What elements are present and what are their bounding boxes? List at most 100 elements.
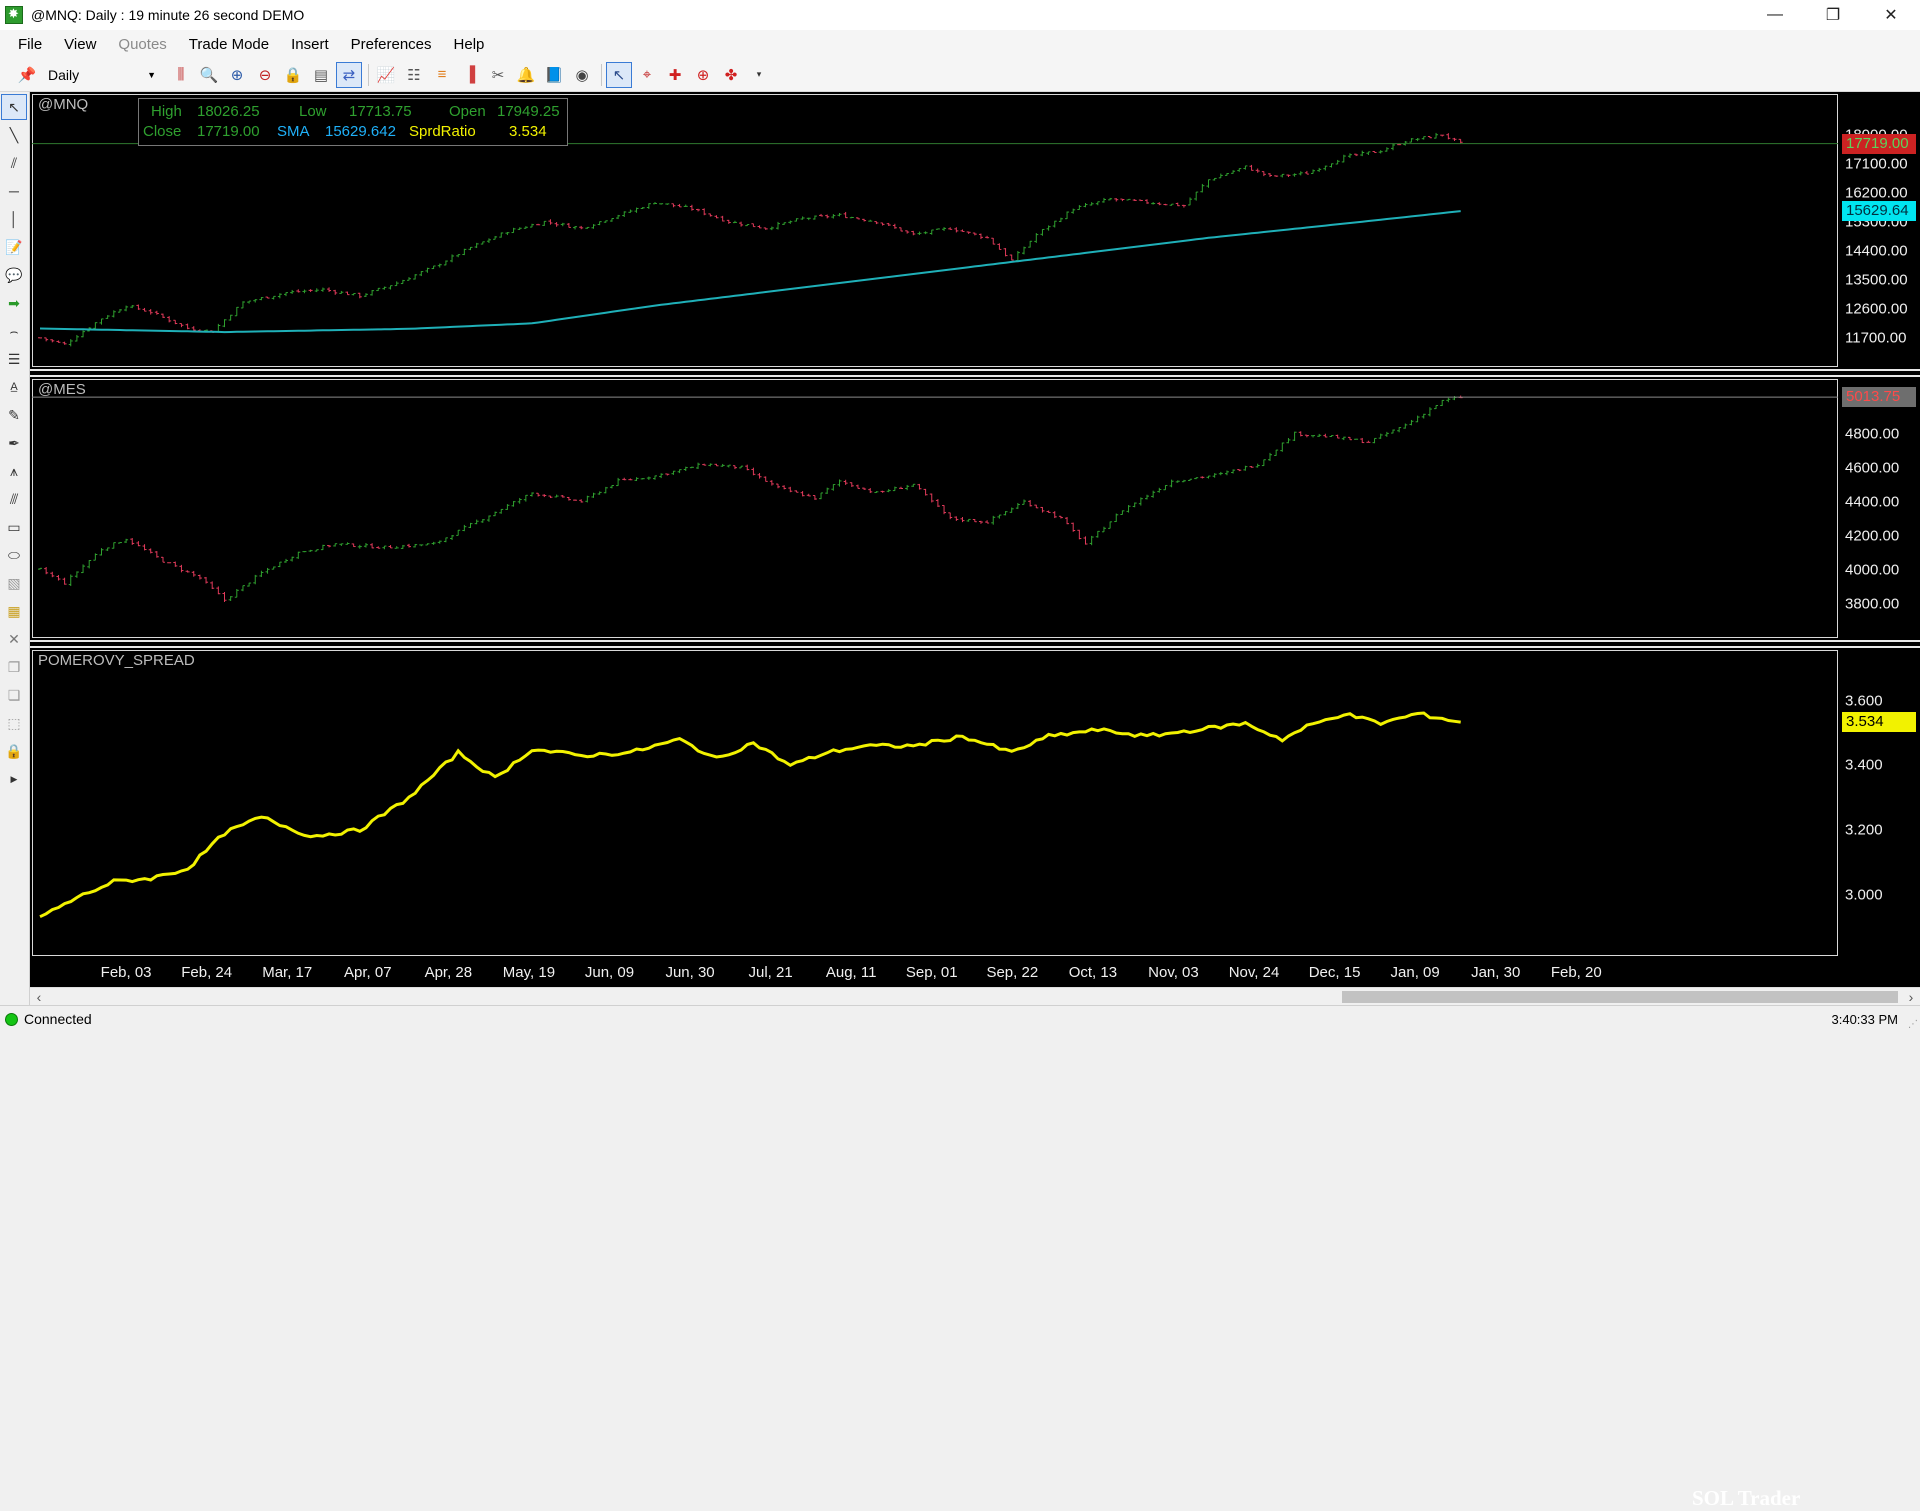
volume-bars-icon[interactable]: ▐ (457, 62, 483, 88)
ohlc-bar (468, 522, 473, 528)
ohlc-bar (1015, 502, 1020, 509)
y-axis-tick-label: 14400.00 (1845, 242, 1908, 260)
pitchfork-icon[interactable]: ⩚ (1, 458, 27, 484)
eye-icon[interactable]: ◉ (569, 62, 595, 88)
ohlc-bar (696, 208, 701, 212)
ohlc-bar (843, 211, 848, 219)
select-icon[interactable]: ⬚ (1, 710, 27, 736)
page-icon[interactable]: ▤ (308, 62, 334, 88)
ohlc-bar (548, 219, 553, 225)
delete-icon[interactable]: ✕ (1, 626, 27, 652)
menu-trade-mode[interactable]: Trade Mode (189, 36, 269, 53)
scroll-left-icon[interactable]: ‹ (30, 988, 48, 1006)
ohlc-bar (1151, 490, 1156, 498)
scissors-icon[interactable]: ✂ (485, 62, 511, 88)
crosshair-plus-icon[interactable]: ✤ (718, 62, 744, 88)
ohlc-bar (130, 538, 135, 545)
ohlc-bar (486, 238, 491, 243)
horizontal-line-icon[interactable]: ─ (1, 178, 27, 204)
close-icon[interactable]: ✕ (1862, 0, 1920, 30)
line-icon[interactable]: ╲ (1, 122, 27, 148)
pointer-icon[interactable]: ↖ (1, 94, 27, 120)
scroll-thumb[interactable] (1342, 991, 1898, 1003)
callout-icon[interactable]: 💬 (1, 262, 27, 288)
menu-help[interactable]: Help (454, 36, 485, 53)
ohlc-bar (505, 504, 510, 510)
ohlc-bar (154, 310, 159, 315)
pushpin-icon[interactable]: 📌 (14, 62, 40, 88)
overflow-icon[interactable]: ▾ (746, 62, 772, 88)
crosshair-icon[interactable]: ⌖ (634, 62, 660, 88)
menu-file[interactable]: File (18, 36, 42, 53)
mnq-price-pane[interactable]: @MNQ High 18026.25 Low 17713.75 Open 179… (30, 92, 1920, 369)
ohlc-bar (191, 326, 196, 331)
pane-splitter[interactable] (30, 369, 1920, 377)
close-value: 17719.00 (197, 123, 260, 140)
zoom-menu-icon[interactable]: 🔍 (196, 62, 222, 88)
ohlc-bar (573, 226, 578, 230)
fibonacci-icon[interactable]: ☰ (1, 346, 27, 372)
rectangle-icon[interactable]: ▭ (1, 514, 27, 540)
link-icon[interactable]: ⇄ (336, 61, 362, 88)
ohlc-bar (855, 484, 860, 489)
ohlc-bar (1304, 434, 1309, 438)
menu-preferences[interactable]: Preferences (351, 36, 432, 53)
menu-view[interactable]: View (64, 36, 96, 53)
bar-style-icon[interactable]: ⫼ (168, 62, 194, 88)
cross-icon[interactable]: ✚ (662, 62, 688, 88)
mes-price-pane[interactable]: @MES 4800.00 4600.00 4400.00 4200.00 4000.00… (30, 377, 1920, 640)
text-icon[interactable]: A̲ (1, 374, 27, 400)
y-axis-tick-label: 4400.00 (1845, 493, 1900, 510)
scroll-right-icon[interactable]: › (1902, 988, 1920, 1006)
arrow-icon[interactable]: ➡ (1, 290, 27, 316)
gann-icon[interactable]: ⫻ (1, 486, 27, 512)
target-icon[interactable]: ⊕ (690, 62, 716, 88)
pencil-icon[interactable]: ✎ (1, 402, 27, 428)
ohlc-bar (868, 488, 873, 494)
indicator-icon[interactable]: 📈 (373, 62, 399, 88)
chart-area[interactable]: @MNQ High 18026.25 Low 17713.75 Open 179… (30, 92, 1920, 1510)
x-axis-date-label: Sep, 01 (905, 964, 958, 981)
parallel-lines-icon[interactable]: ⫽ (1, 150, 27, 176)
ohlc-bar (56, 575, 61, 581)
ohlc-bar (161, 313, 165, 318)
horizontal-scrollbar[interactable]: ‹ › (30, 987, 1920, 1005)
pointer-icon[interactable]: ↖ (606, 61, 632, 88)
minimize-icon[interactable]: — (1746, 0, 1804, 30)
padlock-icon[interactable]: 🔒 (1, 738, 27, 764)
ohlc-bar (1212, 177, 1217, 181)
book-icon[interactable]: 📘 (541, 62, 567, 88)
pane-splitter[interactable] (30, 640, 1920, 648)
spread-pane[interactable]: POMEROVY_SPREAD 3.600 3.400 3.200 3.000 3.5… (30, 648, 1920, 1510)
restore-icon[interactable]: ❐ (1804, 0, 1862, 30)
ohlc-bar (308, 289, 313, 293)
paste-icon[interactable]: ❏ (1, 682, 27, 708)
chevron-down-icon: ▼ (147, 69, 156, 80)
pen-icon[interactable]: ✒ (1, 430, 27, 456)
calendar-icon[interactable]: ▦ (1, 598, 27, 624)
price-bars (38, 395, 1463, 602)
open-label: Open (449, 103, 486, 120)
zoom-out-icon[interactable]: ⊖ (252, 62, 278, 88)
copy-icon[interactable]: ❐ (1, 654, 27, 680)
ellipse-icon[interactable]: ⬭ (1, 542, 27, 568)
tree-icon[interactable]: ☷ (401, 62, 427, 88)
arc-icon[interactable]: ⌢ (1, 318, 27, 344)
low-value: 17713.75 (349, 103, 412, 120)
ohlc-bar (99, 548, 104, 556)
lock-icon[interactable]: 🔒 (280, 62, 306, 88)
note-icon[interactable]: 📝 (1, 234, 27, 260)
ohlc-bar (948, 227, 953, 230)
ohlc-bar (111, 542, 116, 549)
menu-insert[interactable]: Insert (291, 36, 329, 53)
zoom-in-icon[interactable]: ⊕ (224, 62, 250, 88)
ohlc-bar (1132, 502, 1137, 508)
menu-quotes[interactable]: Quotes (118, 36, 166, 53)
alert-bell-icon[interactable]: 🔔 (513, 62, 539, 88)
expand-icon[interactable]: ▶ (1, 766, 27, 792)
interval-select[interactable]: Daily ▼ (42, 63, 162, 87)
color-bars-icon[interactable]: ≡ (429, 62, 455, 88)
vertical-line-icon[interactable]: │ (1, 206, 27, 232)
open-value: 17949.25 (497, 103, 560, 120)
eraser-icon[interactable]: ▧ (1, 570, 27, 596)
